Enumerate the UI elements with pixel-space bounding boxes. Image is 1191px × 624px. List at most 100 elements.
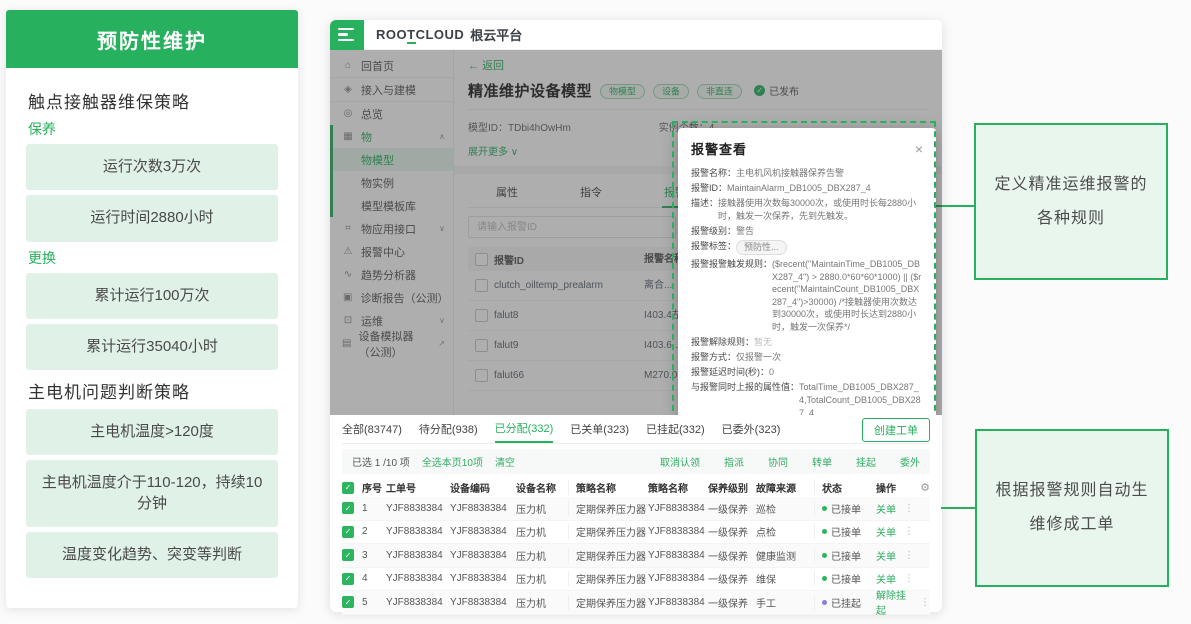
column-settings-icon[interactable]: ⚙: [920, 481, 930, 494]
modal-field: 报警名称：主电机风机接触器保养告警: [691, 167, 923, 180]
cell-status: 已接单: [814, 524, 876, 539]
row-checkbox-wrap: ✓: [342, 596, 362, 608]
selection-link[interactable]: 清空: [495, 454, 515, 469]
cell-seq: 4: [362, 573, 386, 584]
cell-status: 已接单: [814, 548, 876, 563]
batch-action-link[interactable]: 指派: [724, 454, 744, 469]
cell-code: YJF8838384: [450, 503, 516, 514]
row-action-link[interactable]: 关单: [876, 571, 896, 586]
row-checkbox-wrap: ✓: [342, 502, 362, 514]
cell-action: 关单 ⋮: [876, 548, 930, 563]
row-more-icon[interactable]: ⋮: [904, 550, 914, 561]
field-value: 0: [769, 366, 923, 379]
row-checkbox[interactable]: ✓: [342, 596, 354, 608]
selection-bar: 已选 1 /10 项 全选本页10项清空 取消认领指派协同转单挂起委外: [342, 449, 930, 474]
field-label: 报警标签：: [691, 240, 736, 256]
left-strategy-panel: 预防性维护 触点接触器维保策略保养运行次数3万次运行时间2880小时更换累计运行…: [6, 10, 298, 608]
cell-level: 一级保养: [708, 548, 756, 563]
row-action-link[interactable]: 关单: [876, 501, 896, 516]
cell-strategy2: YJF8838384: [648, 526, 708, 537]
selection-link[interactable]: 全选本页10项: [422, 454, 483, 469]
cell-source: 巡检: [756, 501, 814, 516]
cell-code: YJF8838384: [450, 573, 516, 584]
batch-action-link[interactable]: 转单: [812, 454, 832, 469]
table-row: ✓1YJF8838384YJF8838384压力机定期保养压力器YJF88383…: [342, 497, 930, 521]
row-checkbox-wrap: ✓: [342, 573, 362, 585]
row-more-icon[interactable]: ⋮: [920, 597, 930, 608]
cell-strategy2: YJF8838384: [648, 573, 708, 584]
row-action-link[interactable]: 关单: [876, 548, 896, 563]
row-more-icon[interactable]: ⋮: [904, 503, 914, 514]
status-dot-icon: [822, 506, 827, 511]
app-topbar: ROOTCLOUD 根云平台: [330, 20, 942, 50]
status-dot-icon: [822, 553, 827, 558]
workorder-tab[interactable]: 已挂起(332): [646, 415, 705, 443]
field-value: 仅报警一次: [736, 351, 923, 364]
cell-device: 压力机: [516, 548, 568, 563]
cell-strategy: 定期保养压力器: [568, 571, 648, 586]
modal-field: 报警解除规则：暂无: [691, 336, 923, 349]
row-checkbox-wrap: ✓: [342, 549, 362, 561]
select-all-checkbox[interactable]: ✓: [342, 482, 354, 494]
rootcloud-logo-icon[interactable]: [330, 20, 364, 50]
row-action-link[interactable]: 解除挂起: [876, 587, 912, 617]
logo-suffix: 根云平台: [470, 25, 522, 44]
status-dot-icon: [822, 576, 827, 581]
modal-title: 报警查看: [691, 139, 747, 158]
field-value: ($recent("MaintainTime_DB1005_DBX287_4")…: [772, 258, 923, 334]
field-label: 报警延迟时间(秒)：: [691, 366, 769, 379]
workorder-tab[interactable]: 已委外(323): [722, 415, 781, 443]
close-icon[interactable]: ×: [915, 142, 923, 156]
batch-action-link[interactable]: 委外: [900, 454, 920, 469]
batch-actions: 取消认领 指派 协同 转单 挂起 委外: [648, 454, 920, 469]
cell-level: 一级保养: [708, 595, 756, 610]
field-label: 与报警同时上报的属性值：: [691, 381, 799, 415]
cell-status: 已接单: [814, 571, 876, 586]
field-label: 报警报警触发规则：: [691, 258, 772, 334]
infographic-canvas: 预防性维护 触点接触器维保策略保养运行次数3万次运行时间2880小时更换累计运行…: [0, 0, 1191, 624]
column-header: 序号: [362, 480, 386, 495]
cell-status: 已挂起: [814, 595, 876, 610]
column-header: 操作: [876, 480, 920, 495]
row-checkbox[interactable]: ✓: [342, 526, 354, 538]
row-checkbox[interactable]: ✓: [342, 573, 354, 585]
workorder-tab[interactable]: 已分配(332): [495, 415, 554, 443]
row-more-icon[interactable]: ⋮: [904, 526, 914, 537]
annotation-text: 维修成工单: [1029, 508, 1114, 542]
strategy-sublabel: 更换: [28, 248, 276, 268]
modal-field: 报警标签：预防性...: [691, 240, 923, 256]
strategy-box: 累计运行35040小时: [26, 324, 278, 370]
modal-field: 与报警同时上报的属性值：TotalTime_DB1005_DBX287_4,To…: [691, 381, 923, 415]
cell-action: 关单 ⋮: [876, 501, 930, 516]
workorder-tab[interactable]: 全部(83747): [342, 415, 402, 443]
create-workorder-button[interactable]: 创建工单: [862, 418, 930, 442]
row-more-icon[interactable]: ⋮: [904, 573, 914, 584]
annotation-box-alarm-rules: 定义精准运维报警的 各种规则: [974, 123, 1168, 280]
batch-action-link[interactable]: 挂起: [856, 454, 876, 469]
workorder-tab[interactable]: 待分配(938): [419, 415, 478, 443]
batch-action-link[interactable]: 协同: [768, 454, 788, 469]
strategy-box: 运行次数3万次: [26, 144, 278, 190]
status-dot-icon: [822, 600, 827, 605]
batch-action-link[interactable]: 取消认领: [660, 454, 700, 469]
modal-field: 报警级别：警告: [691, 225, 923, 238]
cell-source: 维保: [756, 571, 814, 586]
annotation-text: 各种规则: [1037, 202, 1105, 236]
workorder-tab[interactable]: 已关单(323): [570, 415, 629, 443]
cell-action: 关单 ⋮: [876, 571, 930, 586]
annotation-text: 根据报警规则自动生: [995, 474, 1148, 508]
cell-seq: 1: [362, 503, 386, 514]
row-checkbox[interactable]: ✓: [342, 549, 354, 561]
cell-order: YJF8838384: [386, 503, 450, 514]
cell-strategy: 定期保养压力器: [568, 548, 648, 563]
column-header: 故障来源: [756, 480, 814, 495]
cell-order: YJF8838384: [386, 550, 450, 561]
cell-source: 手工: [756, 595, 814, 610]
cell-level: 一级保养: [708, 571, 756, 586]
cell-level: 一级保养: [708, 501, 756, 516]
status-text: 已接单: [831, 501, 861, 516]
row-checkbox[interactable]: ✓: [342, 502, 354, 514]
row-action-link[interactable]: 关单: [876, 524, 896, 539]
column-header: 状态: [814, 480, 876, 495]
header-checkbox-wrap: ✓: [342, 482, 362, 494]
